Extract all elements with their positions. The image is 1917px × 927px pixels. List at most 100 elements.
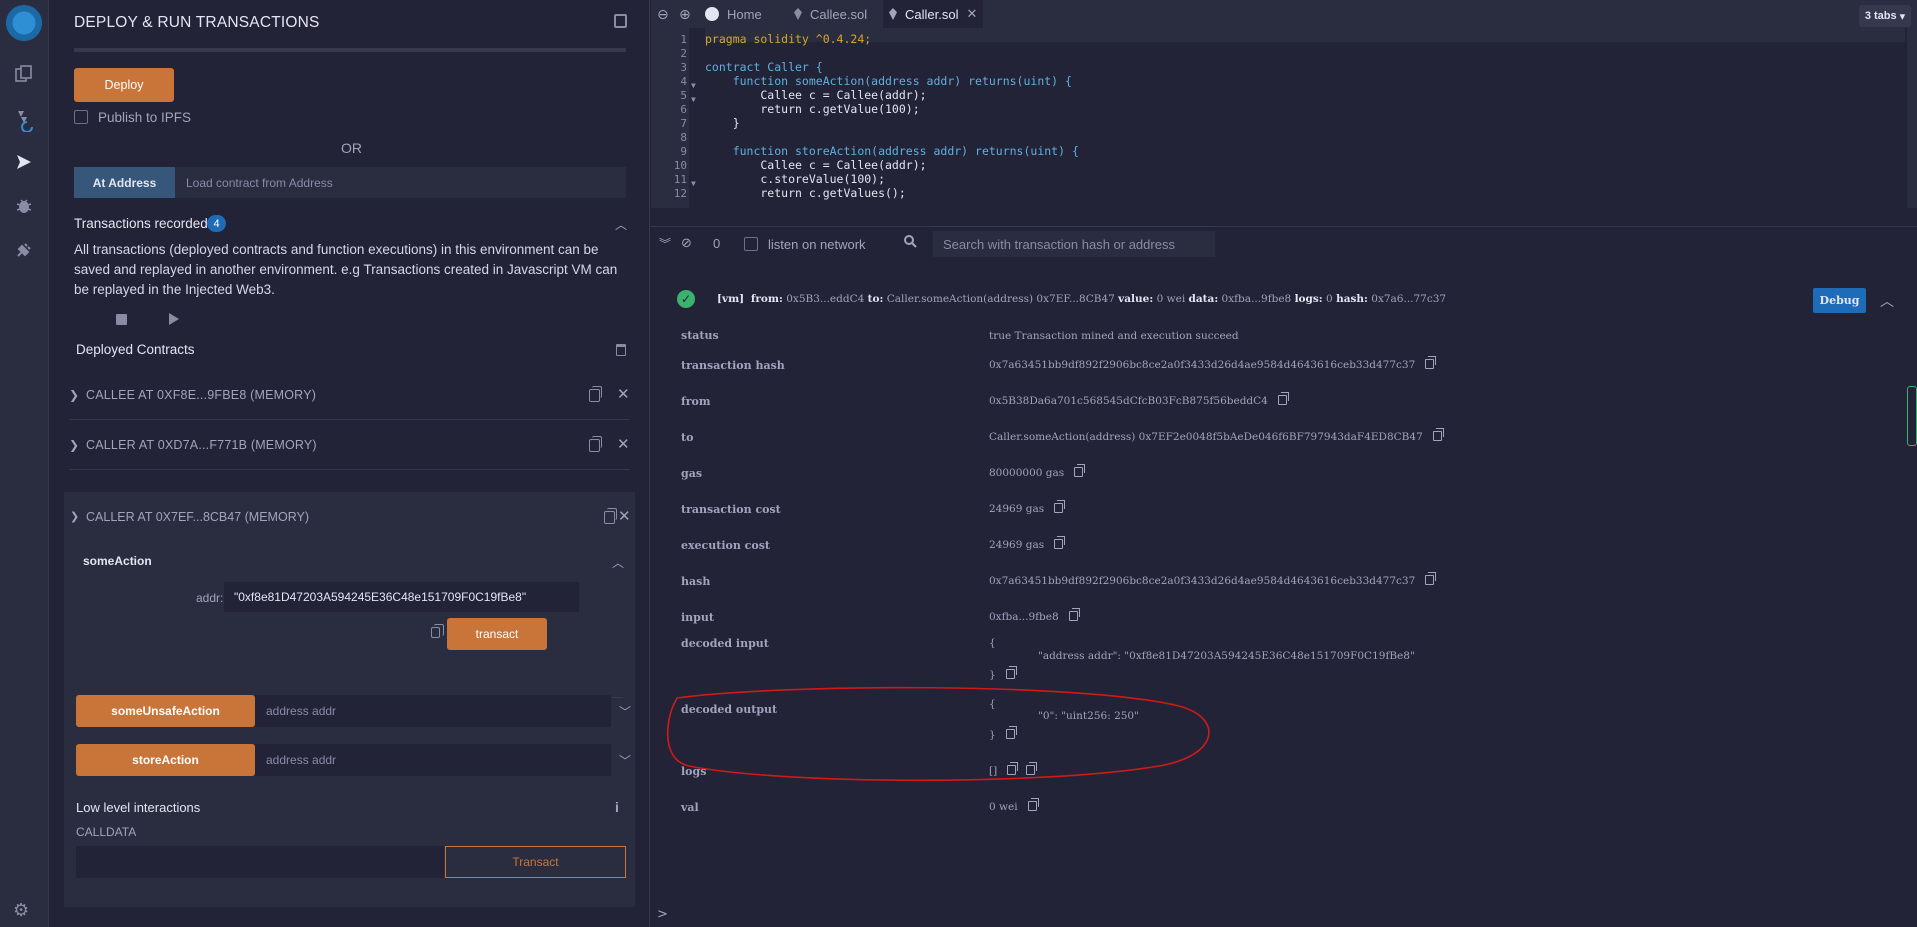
editor-tabs: ⊖ ⊕ Home Callee.sol Caller.sol ✕ 3 tabs … <box>651 0 1917 28</box>
deployed-contract-row[interactable]: ❯ CALLER AT 0XD7A...F771B (MEMORY) ✕ <box>69 420 630 470</box>
remix-logo-icon[interactable] <box>4 5 44 45</box>
transaction-search-input[interactable]: Search with transaction hash or address <box>933 231 1215 257</box>
deployed-contract-row[interactable]: ❯ CALLEE AT 0XF8E...9FBE8 (MEMORY) ✕ <box>69 370 630 420</box>
chevron-up-icon[interactable]: ︿ <box>1880 291 1894 311</box>
tx-field-value: 0x7a63451bb9df892f2906bc8ce2a0f3433d26d4… <box>989 356 1437 371</box>
terminal-prompt[interactable]: > <box>657 907 668 922</box>
editor-scrollbar[interactable] <box>1907 28 1917 208</box>
tabs-count-dropdown[interactable]: 3 tabs ▾ <box>1859 5 1911 27</box>
tab-callee[interactable]: Callee.sol <box>788 0 881 28</box>
terminal: ✓ [vm] from: 0x5B3...eddC4 to: Caller.so… <box>651 261 1917 927</box>
chevron-down-icon[interactable]: ❯ <box>70 510 79 523</box>
zoom-out-icon[interactable]: ⊖ <box>657 0 669 28</box>
fold-arrow-icon[interactable]: ▼ <box>691 95 696 104</box>
docs-book-icon[interactable] <box>614 14 627 28</box>
tx-summary[interactable]: [vm] from: 0x5B3...eddC4 to: Caller.some… <box>717 293 1446 305</box>
publish-ipfs-checkbox[interactable] <box>74 110 88 124</box>
play-icon[interactable] <box>169 313 179 325</box>
copy-icon[interactable] <box>1425 356 1437 369</box>
input-value: 0xfba...9fbe8 <box>989 611 1059 623</box>
close-icon[interactable]: ✕ <box>618 507 631 525</box>
copy-icon[interactable] <box>1054 500 1066 513</box>
tx-gas-value: 80000000 gas <box>989 467 1065 479</box>
publish-ipfs-label: Publish to IPFS <box>98 110 192 125</box>
close-icon[interactable]: ✕ <box>617 385 630 403</box>
code-editor[interactable]: 1 2 3 4 5 6 7 8 9 10 11 12 ▼ ▼ ▼ pragma … <box>651 28 1917 208</box>
tx-field-key: input <box>681 611 714 624</box>
debug-button[interactable]: Debug <box>1813 288 1866 313</box>
tab-caller[interactable]: Caller.sol ✕ <box>883 0 983 28</box>
low-level-transact-button[interactable]: Transact <box>445 846 626 878</box>
chevron-right-icon[interactable]: ❯ <box>69 388 79 402</box>
copy-calldata-icon[interactable] <box>431 624 444 638</box>
close-tab-icon[interactable]: ✕ <box>966 6 977 22</box>
low-level-interactions-label: Low level interactions <box>76 800 201 815</box>
some-unsafe-action-input[interactable]: address addr <box>255 695 611 727</box>
copy-icon[interactable] <box>1277 392 1289 405</box>
summary-logs-key: logs: <box>1294 293 1323 305</box>
terminal-scrollbar[interactable] <box>1907 386 1917 446</box>
tx-field-key: to <box>681 431 694 444</box>
summary-hash-key: hash: <box>1336 293 1368 305</box>
zoom-in-icon[interactable]: ⊕ <box>679 0 691 28</box>
fold-arrow-icon[interactable]: ▼ <box>691 81 696 90</box>
fold-arrow-icon[interactable]: ▼ <box>691 179 696 188</box>
remix-home-icon <box>705 7 719 21</box>
copy-icon[interactable] <box>589 386 602 402</box>
solidity-compiler-icon[interactable] <box>10 106 38 134</box>
tx-field-value: true Transaction mined and execution suc… <box>989 330 1239 342</box>
copy-icon[interactable] <box>1026 762 1038 775</box>
copy-icon[interactable] <box>1425 572 1437 585</box>
clear-console-icon[interactable]: ⊘ <box>681 235 692 251</box>
contract-name: CALLER AT 0XD7A...F771B (MEMORY) <box>86 438 317 452</box>
listen-network-checkbox[interactable] <box>744 237 758 251</box>
copy-icon[interactable] <box>1007 762 1019 775</box>
debugger-icon[interactable] <box>10 192 38 220</box>
file-explorer-icon[interactable] <box>10 60 38 88</box>
chevron-down-icon[interactable]: ﹀ <box>619 752 631 769</box>
copy-icon[interactable] <box>1054 536 1066 549</box>
chevron-right-icon[interactable]: ❯ <box>69 438 79 452</box>
settings-gear-icon[interactable]: ⚙ <box>13 900 29 921</box>
chevron-up-icon[interactable]: ︿ <box>615 216 627 233</box>
line-number: 11 <box>673 173 687 186</box>
summary-value-key: value: <box>1118 293 1154 305</box>
copy-icon[interactable] <box>1432 428 1444 441</box>
store-action-input[interactable]: address addr <box>255 744 611 776</box>
code-line: return c.getValues(); <box>705 186 906 200</box>
transact-button[interactable]: transact <box>447 618 547 650</box>
tx-field-key: status <box>681 329 719 342</box>
tab-home[interactable]: Home <box>701 0 786 28</box>
copy-icon[interactable] <box>604 508 617 524</box>
copy-icon[interactable] <box>1027 798 1039 811</box>
deploy-button[interactable]: Deploy <box>74 68 174 102</box>
store-action-button[interactable]: storeAction <box>76 744 255 776</box>
tx-status-value: true Transaction mined and execution suc… <box>989 330 1239 342</box>
at-address-button[interactable]: At Address <box>74 167 175 198</box>
addr-input[interactable]: "0xf8e81D47203A594245E36C48e151709F0C19f… <box>224 582 579 612</box>
chevron-down-icon[interactable]: ﹀ <box>619 703 631 720</box>
terminal-toolbar: ︾ ⊘ 0 listen on network Search with tran… <box>651 226 1917 260</box>
line-number: 1 <box>680 33 687 46</box>
deploy-run-icon[interactable] <box>10 148 38 176</box>
copy-icon[interactable] <box>1074 464 1086 477</box>
chevron-up-icon[interactable]: ︿ <box>612 554 624 571</box>
tx-field-key: gas <box>681 467 703 480</box>
copy-icon[interactable] <box>1068 608 1080 621</box>
copy-icon[interactable] <box>589 436 602 452</box>
plugin-manager-icon[interactable] <box>10 236 38 264</box>
some-unsafe-action-button[interactable]: someUnsafeAction <box>76 695 255 727</box>
tab-label: Callee.sol <box>810 6 868 22</box>
info-icon[interactable]: i <box>615 799 619 815</box>
save-icon[interactable] <box>116 314 127 325</box>
close-icon[interactable]: ✕ <box>617 435 630 453</box>
collapse-terminal-icon[interactable]: ︾ <box>659 235 671 252</box>
trash-icon[interactable] <box>616 344 626 356</box>
line-number: 8 <box>680 131 687 144</box>
copy-icon[interactable] <box>1005 666 1017 679</box>
calldata-input[interactable] <box>76 846 444 878</box>
code-line: Callee c = Callee(addr); <box>705 158 927 172</box>
tx-field-value: [] <box>989 762 1038 777</box>
load-contract-address-input[interactable]: Load contract from Address <box>175 167 626 198</box>
code-line: function storeAction(address addr) retur… <box>705 144 1079 158</box>
